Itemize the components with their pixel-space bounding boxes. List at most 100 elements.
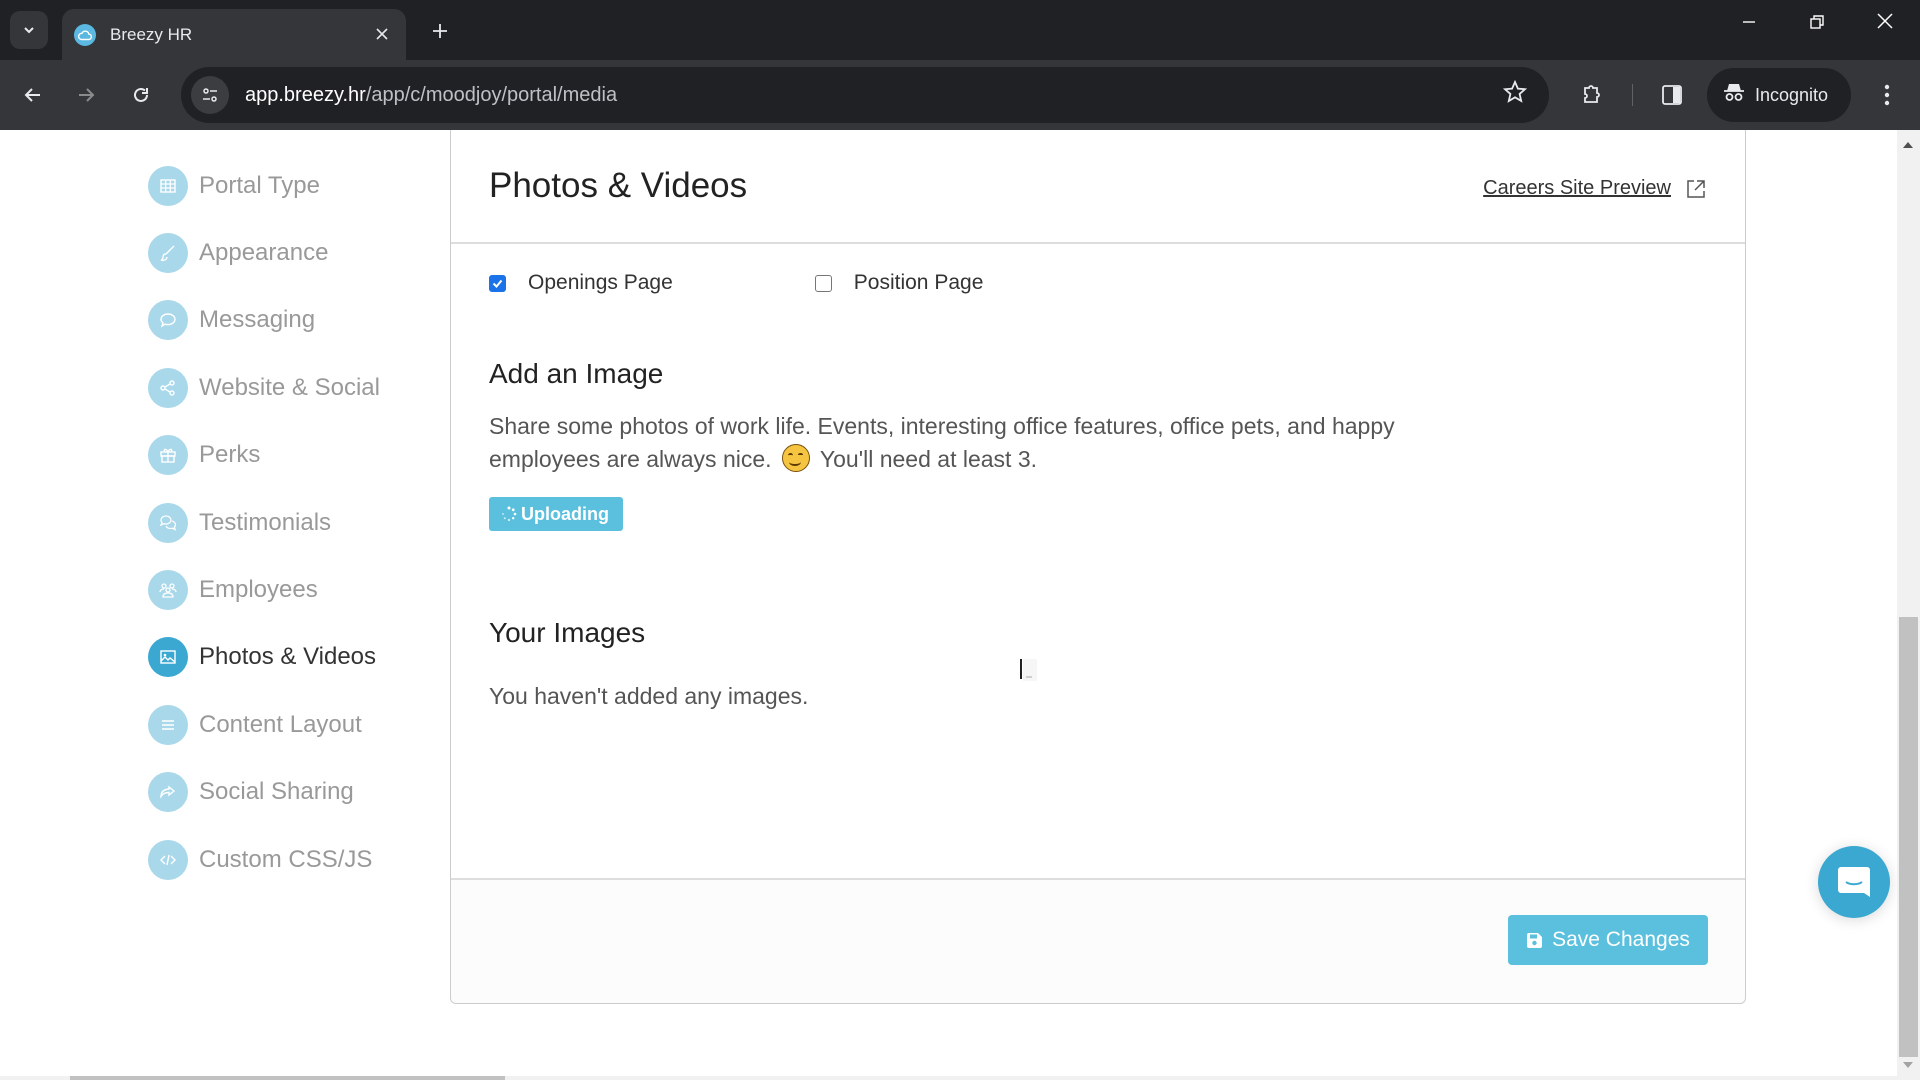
sidebar-item-appearance[interactable]: Appearance xyxy=(148,219,438,286)
users-icon xyxy=(148,570,188,611)
close-icon xyxy=(1877,13,1893,29)
incognito-profile-button[interactable]: Incognito xyxy=(1707,68,1851,122)
careers-site-preview-link[interactable]: Careers Site Preview xyxy=(1483,177,1707,200)
arrow-left-icon xyxy=(24,88,40,102)
uploading-button[interactable]: Uploading xyxy=(489,497,623,531)
incognito-label: Incognito xyxy=(1755,84,1829,105)
openings-page-checkbox[interactable]: Openings Page xyxy=(489,271,673,295)
sidebar-item-social-sharing[interactable]: Social Sharing xyxy=(148,759,438,826)
star-icon xyxy=(1502,79,1528,103)
sidebar-item-label: Social Sharing xyxy=(199,778,354,806)
chat-smile-icon xyxy=(1838,867,1870,897)
checkbox-checked[interactable] xyxy=(489,274,506,292)
close-icon xyxy=(376,28,388,40)
tune-icon xyxy=(203,88,217,102)
scroll-up-arrow-icon[interactable] xyxy=(1903,142,1913,148)
reload-icon xyxy=(134,87,148,102)
checkbox-label: Position Page xyxy=(853,271,984,294)
your-images-heading: Your Images xyxy=(489,617,646,648)
sidebar-item-testimonials[interactable]: Testimonials xyxy=(148,489,438,556)
image-icon xyxy=(148,637,188,678)
chat-bubble-icon xyxy=(148,300,188,341)
side-panel-button[interactable] xyxy=(1654,77,1690,113)
minimize-button[interactable] xyxy=(1729,12,1769,35)
restore-button[interactable] xyxy=(1797,12,1837,35)
grid-icon xyxy=(148,165,188,206)
plus-icon xyxy=(433,24,447,38)
spinner-icon xyxy=(502,506,517,522)
sidebar-item-photos-videos[interactable]: Photos & Videos xyxy=(148,624,438,691)
chevron-down-icon xyxy=(24,27,34,34)
incognito-icon xyxy=(1723,81,1745,109)
code-icon xyxy=(148,839,188,880)
site-info-button[interactable] xyxy=(191,76,229,114)
reload-button[interactable] xyxy=(123,77,159,113)
back-button[interactable] xyxy=(15,77,51,113)
tab-search-button[interactable] xyxy=(10,11,48,49)
floppy-disk-icon xyxy=(1527,932,1543,948)
side-panel-icon xyxy=(1662,85,1682,105)
tab-close-button[interactable] xyxy=(370,23,394,46)
toolbar-divider xyxy=(1632,84,1633,106)
save-changes-button[interactable]: Save Changes xyxy=(1508,915,1708,965)
sidebar-item-content-layout[interactable]: Content Layout xyxy=(148,691,438,758)
tab-title: Breezy HR xyxy=(110,24,193,44)
external-link-icon xyxy=(1687,179,1705,198)
add-image-heading: Add an Image xyxy=(489,358,664,389)
sidebar-item-label: Custom CSS/JS xyxy=(199,845,373,873)
browser-tab-bar: Breezy HR xyxy=(0,0,1920,60)
checkbox-unchecked[interactable] xyxy=(814,274,832,292)
close-window-button[interactable] xyxy=(1865,12,1905,35)
preview-link-label: Careers Site Preview xyxy=(1483,177,1671,199)
page-content: Portal Type Appearance Messaging Website… xyxy=(0,130,1897,1080)
browser-toolbar: app.breezy.hr/app/c/moodjoy/portal/media… xyxy=(0,60,1920,130)
smiling-face-emoji-icon xyxy=(781,444,810,472)
no-images-message: You haven't added any images. xyxy=(489,683,809,709)
mouse-cursor-icon xyxy=(1020,659,1037,681)
add-image-description: Share some photos of work life. Events, … xyxy=(489,413,1395,472)
horizontal-scrollbar[interactable] xyxy=(0,1076,1897,1080)
sidebar-item-label: Photos & Videos xyxy=(199,643,377,671)
support-chat-launcher[interactable] xyxy=(1818,846,1890,918)
vertical-scrollbar[interactable] xyxy=(1897,130,1920,1080)
sidebar-item-employees[interactable]: Employees xyxy=(148,556,438,623)
sidebar-item-label: Employees xyxy=(199,576,318,604)
forward-button[interactable] xyxy=(68,77,104,113)
browser-tab[interactable]: Breezy HR xyxy=(62,9,406,60)
sidebar-item-label: Messaging xyxy=(199,306,316,334)
panel-footer: Save Changes xyxy=(451,878,1745,1003)
forward-share-icon xyxy=(148,772,188,813)
panel-header: Photos & Videos Careers Site Preview xyxy=(451,130,1745,244)
list-icon xyxy=(148,704,188,745)
page-checkboxes: Openings Page Position Page xyxy=(489,244,1707,318)
horizontal-scrollbar-thumb[interactable] xyxy=(70,1076,505,1080)
sidebar-item-website-social[interactable]: Website & Social xyxy=(148,354,438,421)
sidebar-item-label: Appearance xyxy=(199,239,329,267)
breezy-cloud-icon xyxy=(74,23,96,46)
url-text[interactable]: app.breezy.hr/app/c/moodjoy/portal/media xyxy=(245,84,1503,107)
browser-menu-button[interactable] xyxy=(1872,77,1902,113)
sidebar-item-perks[interactable]: Perks xyxy=(148,422,438,489)
scroll-down-arrow-icon[interactable] xyxy=(1903,1062,1913,1068)
checkmark-icon xyxy=(492,279,503,288)
position-page-checkbox[interactable]: Position Page xyxy=(814,271,984,295)
arrow-right-icon xyxy=(79,88,95,102)
extensions-button[interactable] xyxy=(1574,77,1610,113)
gift-icon xyxy=(148,435,188,476)
share-icon xyxy=(148,367,188,408)
sidebar-item-custom-css-js[interactable]: Custom CSS/JS xyxy=(148,826,438,893)
panel-body: Openings Page Position Page Add an Image… xyxy=(451,244,1745,877)
sidebar-item-label: Portal Type xyxy=(199,171,320,199)
bookmark-button[interactable] xyxy=(1502,79,1528,111)
sidebar-item-messaging[interactable]: Messaging xyxy=(148,287,438,354)
minimize-icon xyxy=(1743,21,1755,23)
sidebar-item-label: Perks xyxy=(199,441,261,469)
comments-icon xyxy=(148,502,188,543)
new-tab-button[interactable] xyxy=(424,14,456,46)
save-changes-label: Save Changes xyxy=(1552,928,1690,951)
sidebar-item-label: Content Layout xyxy=(199,710,362,738)
sidebar-item-portal-type[interactable]: Portal Type xyxy=(148,152,438,219)
kebab-menu-icon xyxy=(1884,84,1890,106)
address-bar[interactable]: app.breezy.hr/app/c/moodjoy/portal/media xyxy=(181,67,1549,123)
scrollbar-thumb[interactable] xyxy=(1899,617,1918,1057)
